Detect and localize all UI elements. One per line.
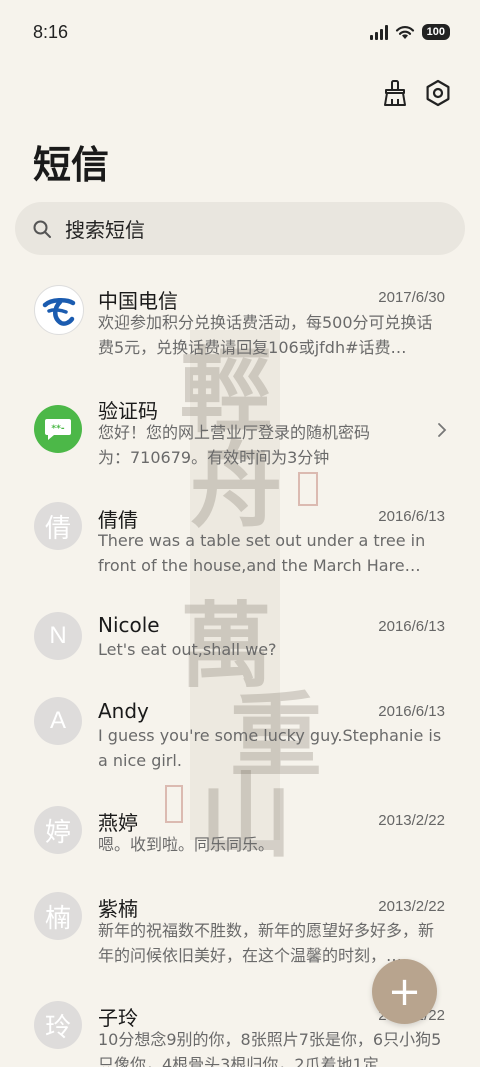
- search-placeholder: 搜索短信: [65, 218, 145, 242]
- avatar: N: [34, 612, 82, 660]
- search-icon: [31, 218, 53, 240]
- status-icons: 100: [369, 24, 450, 40]
- avatar: 玲: [34, 1001, 82, 1049]
- message-date: 2016/6/13: [378, 618, 445, 635]
- message-date: 2013/2/22: [378, 898, 445, 915]
- page-title: 短信: [33, 143, 110, 187]
- conversation-item[interactable]: **- 验证码 您好！您的网上营业厅登录的随机密码为：710679。有效时间为3…: [0, 392, 480, 492]
- avatar: A: [34, 697, 82, 745]
- message-date: 2016/6/13: [378, 703, 445, 720]
- broom-icon[interactable]: [380, 78, 410, 108]
- search-input[interactable]: 搜索短信: [15, 202, 465, 255]
- contact-name: Andy: [98, 699, 149, 723]
- message-preview: 10分想念9别的你，8张照片7张是你，6只小狗5只像你，4根骨头3根归你，2爪着…: [98, 1030, 442, 1067]
- signal-icon: [369, 24, 388, 40]
- message-date: 2017/6/30: [378, 289, 445, 306]
- conversation-item[interactable]: N Nicole 2016/6/13 Let's eat out,shall w…: [0, 612, 480, 692]
- wifi-icon: [395, 25, 414, 39]
- status-time: 8:16: [33, 22, 69, 42]
- china-telecom-logo: [34, 285, 84, 335]
- message-preview: There was a table set out under a tree i…: [98, 531, 426, 575]
- message-preview: Let's eat out,shall we?: [98, 640, 277, 659]
- message-date: 2013/2/22: [378, 812, 445, 829]
- new-message-button[interactable]: +: [372, 959, 437, 1024]
- conversation-item[interactable]: 倩 倩倩 2016/6/13 There was a table set out…: [0, 502, 480, 602]
- avatar: 楠: [34, 892, 82, 940]
- message-preview: 您好！您的网上营业厅登录的随机密码为：710679。有效时间为3分钟: [98, 423, 371, 467]
- settings-icon[interactable]: [423, 78, 453, 108]
- message-preview: I guess you're some lucky guy.Stephanie …: [98, 726, 442, 770]
- contact-name: Nicole: [98, 613, 160, 637]
- conversation-item[interactable]: 婷 燕婷 2013/2/22 嗯。收到啦。同乐同乐。: [0, 806, 480, 886]
- message-preview: 嗯。收到啦。同乐同乐。: [98, 835, 275, 854]
- svg-text:**-: **-: [51, 424, 64, 434]
- chevron-right-icon: [437, 419, 447, 443]
- conversation-item[interactable]: 中国电信 2017/6/30 欢迎参加积分兑换话费活动，每500分可兑换话费5元…: [0, 282, 480, 382]
- battery-indicator: 100: [421, 24, 450, 40]
- status-bar: 8:16 100: [0, 0, 480, 68]
- message-preview: 欢迎参加积分兑换话费活动，每500分可兑换话费5元，兑换话费请回复106或jfd…: [98, 313, 433, 357]
- verification-code-icon: **-: [34, 405, 82, 453]
- avatar: 婷: [34, 806, 82, 854]
- message-date: 2016/6/13: [378, 508, 445, 525]
- avatar: 倩: [34, 502, 82, 550]
- conversation-item[interactable]: A Andy 2016/6/13 I guess you're some luc…: [0, 697, 480, 797]
